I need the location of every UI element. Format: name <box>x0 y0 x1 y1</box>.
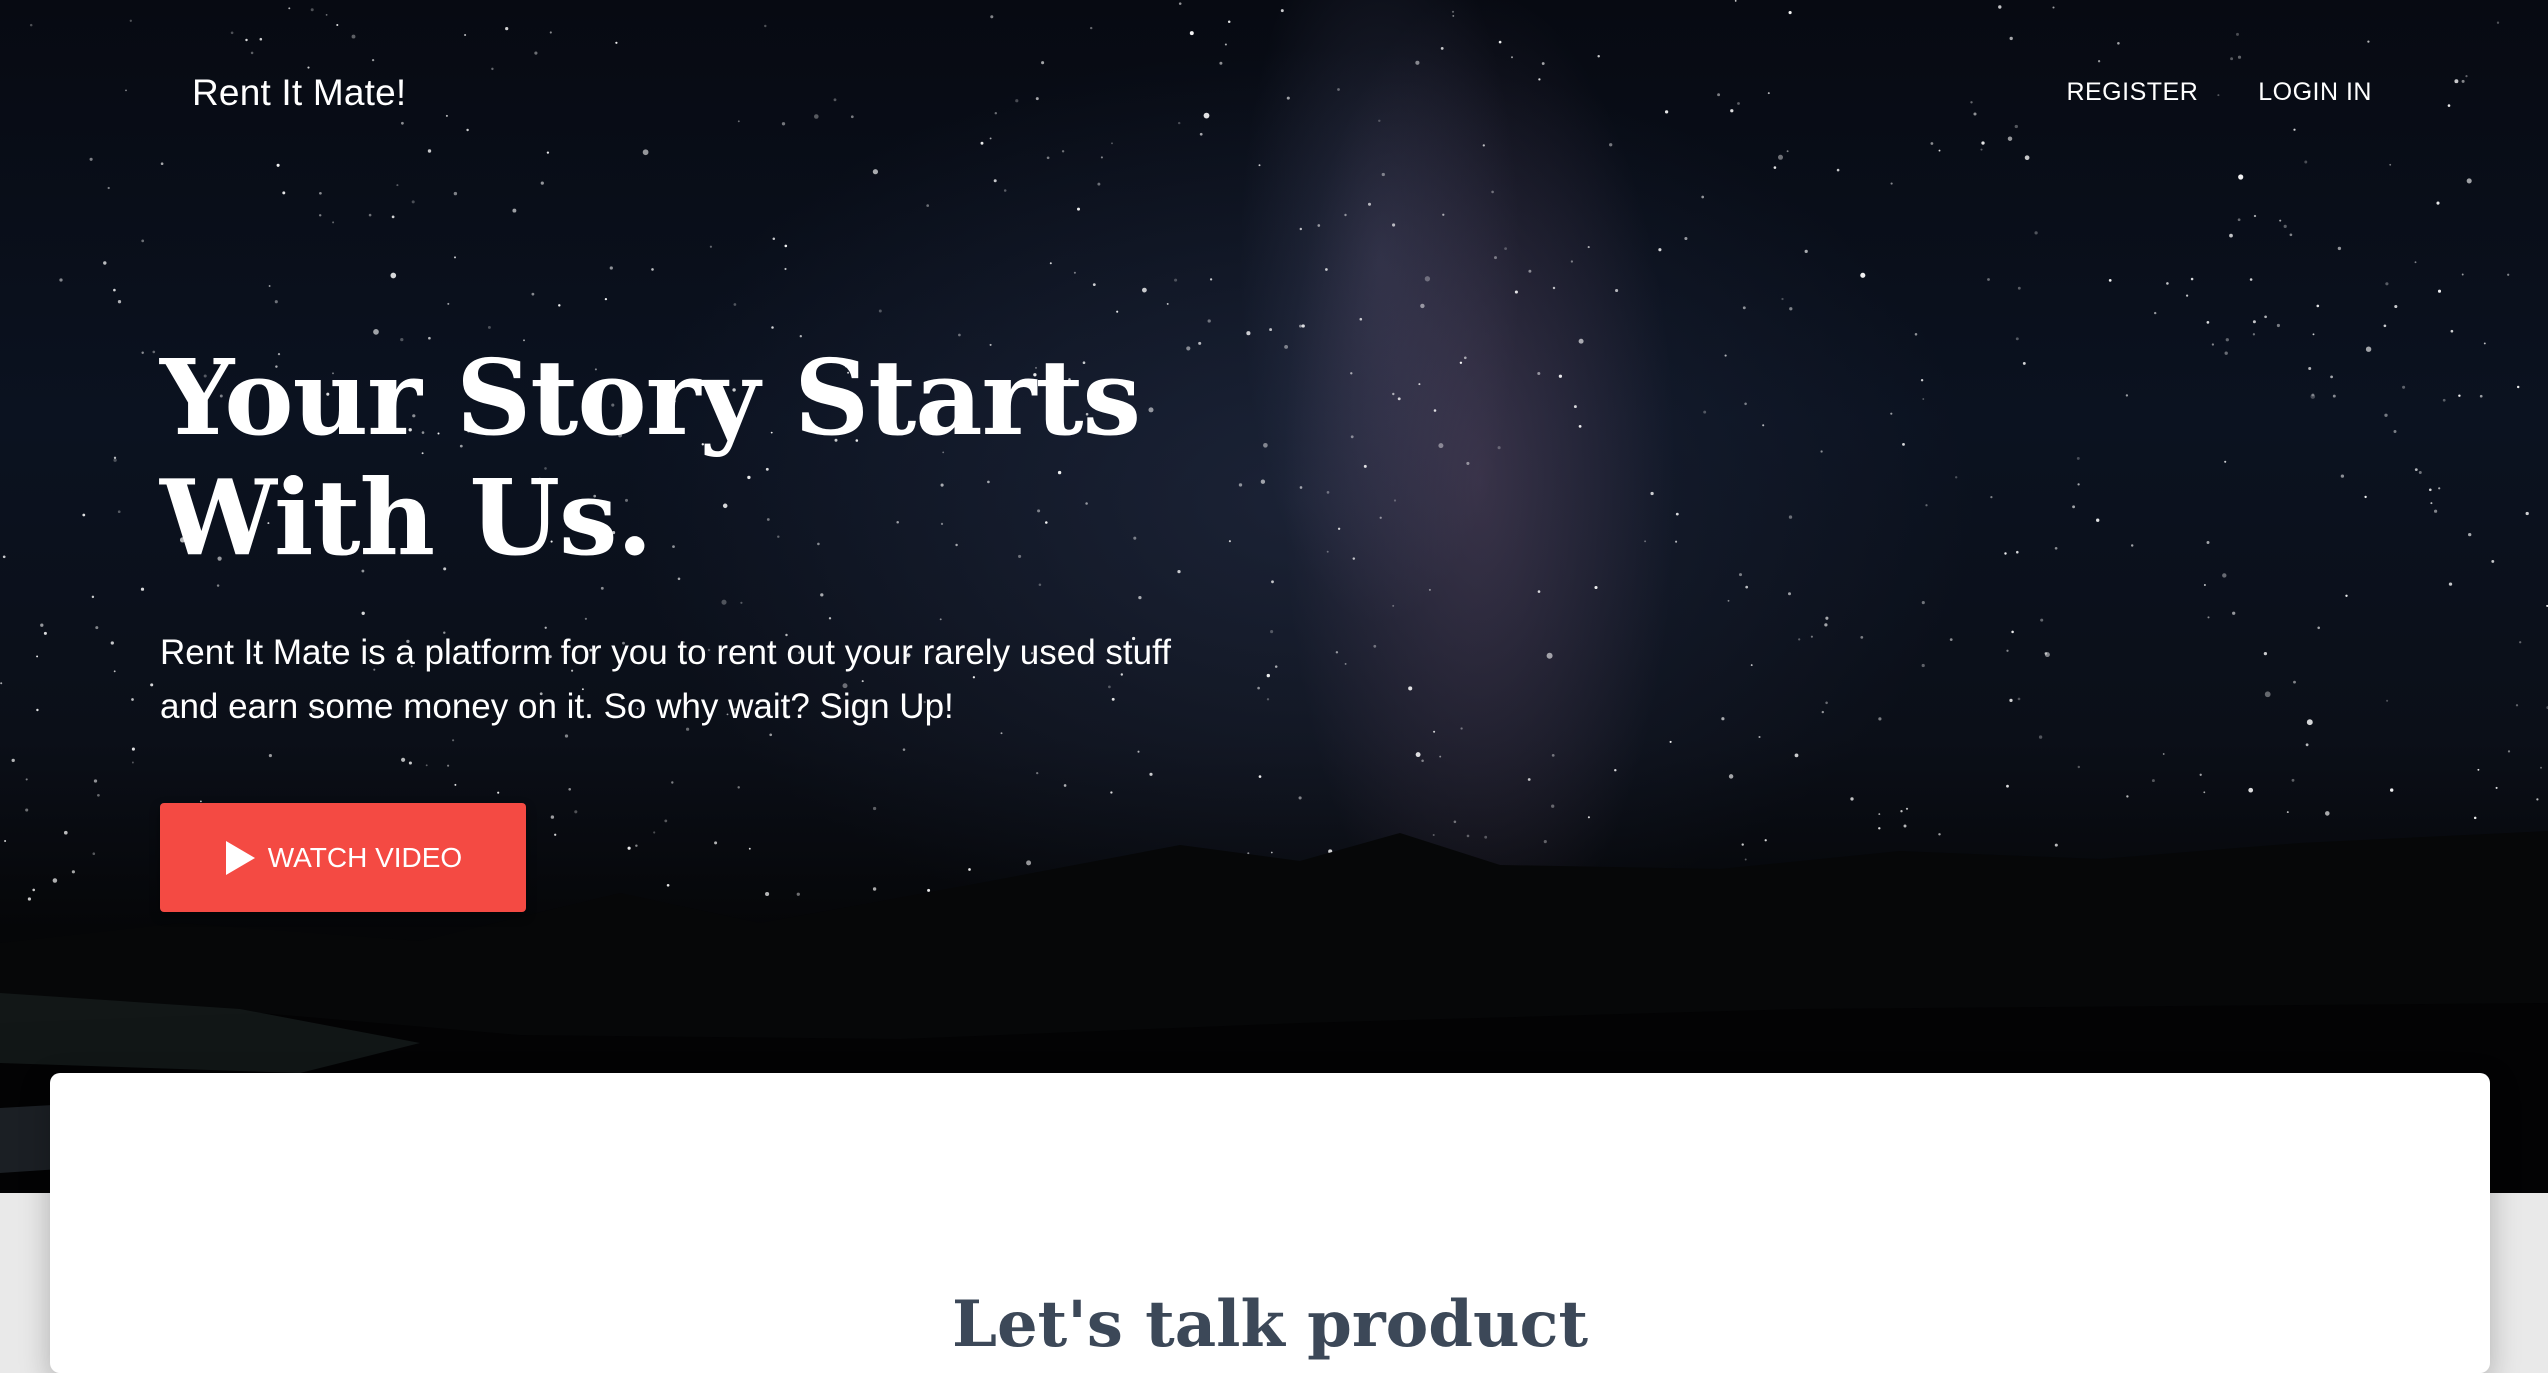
hero-section: Rent It Mate! REGISTER LOGIN IN Your Sto… <box>0 0 2548 1193</box>
hero-description: Rent It Mate is a platform for you to re… <box>160 626 1260 734</box>
watch-video-button[interactable]: WATCH VIDEO <box>160 803 526 912</box>
brand-logo[interactable]: Rent It Mate! <box>192 72 406 114</box>
watch-video-label: WATCH VIDEO <box>267 841 463 873</box>
play-icon <box>225 840 255 875</box>
navbar: Rent It Mate! REGISTER LOGIN IN <box>0 0 2548 190</box>
nav-links: REGISTER LOGIN IN <box>2066 78 2372 107</box>
main-content-card: Let's talk product <box>50 1073 2490 1373</box>
hero-description-line-2: and earn some money on it. So why wait? … <box>160 687 954 726</box>
hero-title-line-1: Your Story Starts <box>160 336 1141 459</box>
hero-description-line-1: Rent It Mate is a platform for you to re… <box>160 633 1171 672</box>
login-link[interactable]: LOGIN IN <box>2258 78 2372 107</box>
section-title: Let's talk product <box>951 1287 1589 1362</box>
hero-title-line-2: With Us. <box>160 456 653 579</box>
hero-title: Your Story Starts With Us. <box>160 338 1320 578</box>
hero-content: Your Story Starts With Us. Rent It Mate … <box>160 338 1320 734</box>
register-link[interactable]: REGISTER <box>2066 78 2198 107</box>
